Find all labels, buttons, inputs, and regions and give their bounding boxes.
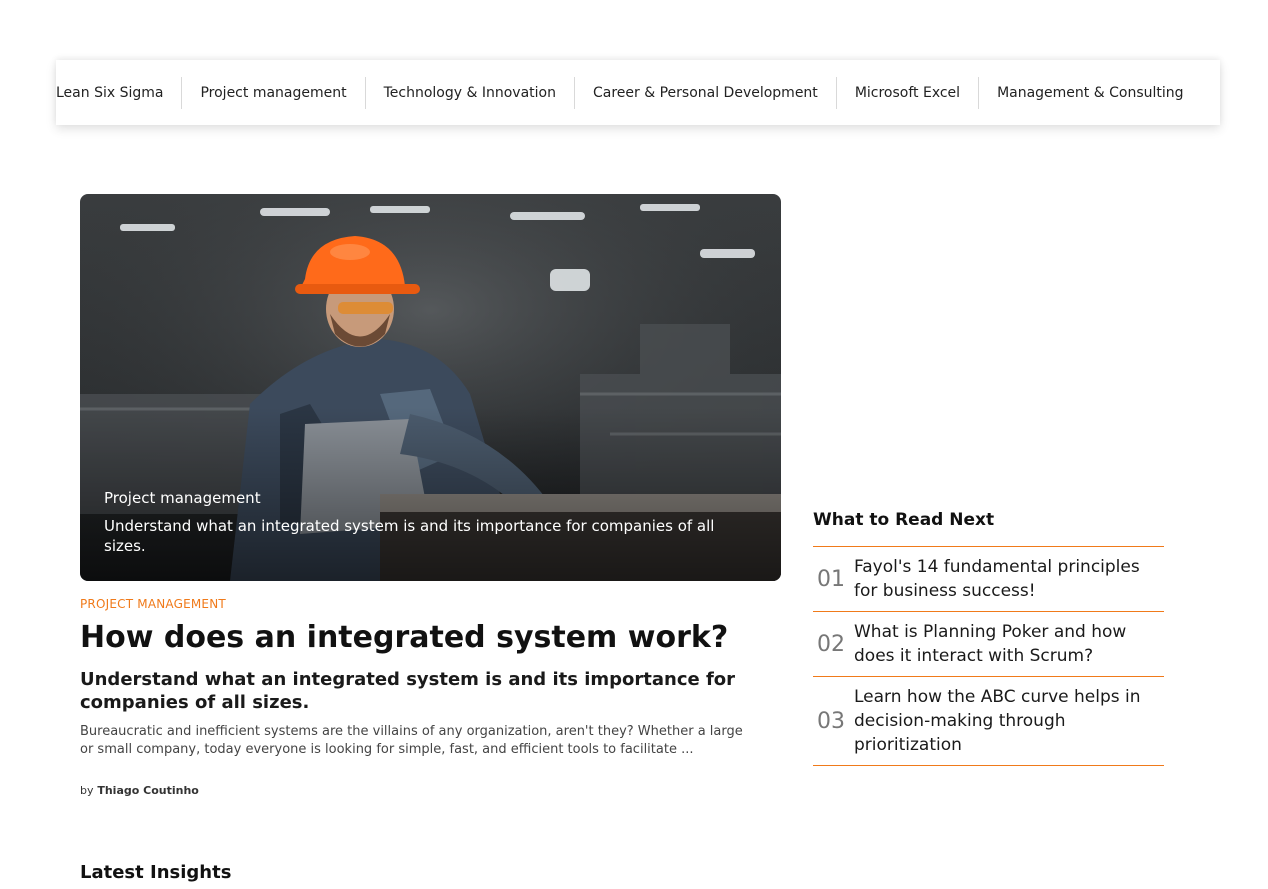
nav-item-project-management[interactable]: Project management bbox=[181, 76, 364, 109]
read-next-list: 01 Fayol's 14 fundamental principles for… bbox=[813, 546, 1164, 766]
read-next-sidebar: What to Read Next 01 Fayol's 14 fundamen… bbox=[813, 510, 1164, 766]
read-next-title: What to Read Next bbox=[813, 510, 995, 530]
read-next-number: 02 bbox=[817, 631, 845, 657]
read-next-number: 01 bbox=[817, 566, 845, 592]
hero-category: Project management bbox=[104, 489, 261, 507]
byline-prefix: by bbox=[80, 784, 94, 797]
nav-item-career-personal-development[interactable]: Career & Personal Development bbox=[573, 76, 836, 109]
nav-item-lean-six-sigma[interactable]: Lean Six Sigma bbox=[56, 77, 181, 109]
read-next-item[interactable]: 02 What is Planning Poker and how does i… bbox=[813, 612, 1164, 677]
article-subtitle: Understand what an integrated system is … bbox=[80, 669, 736, 713]
article-excerpt: Bureaucratic and inefficient systems are… bbox=[80, 724, 743, 757]
hero-subtitle: Understand what an integrated system is … bbox=[104, 517, 715, 555]
nav-item-microsoft-excel[interactable]: Microsoft Excel bbox=[835, 76, 978, 109]
read-next-number: 03 bbox=[817, 708, 845, 734]
nav-item-management-consulting[interactable]: Management & Consulting bbox=[978, 76, 1184, 109]
author-name: Thiago Coutinho bbox=[97, 784, 199, 797]
read-next-item[interactable]: 03 Learn how the ABC curve helps in deci… bbox=[813, 677, 1164, 766]
article-category-link[interactable]: PROJECT MANAGEMENT bbox=[80, 597, 226, 611]
latest-insights-heading: Latest Insights bbox=[80, 862, 232, 883]
read-next-link[interactable]: Fayol's 14 fundamental principles for bu… bbox=[854, 555, 1164, 603]
main-nav: Lean Six Sigma Project management Techno… bbox=[56, 60, 1220, 125]
read-next-link[interactable]: What is Planning Poker and how does it i… bbox=[854, 620, 1164, 668]
article-title[interactable]: How does an integrated system work? bbox=[80, 620, 780, 655]
nav-item-technology-innovation[interactable]: Technology & Innovation bbox=[364, 76, 574, 109]
read-next-item[interactable]: 01 Fayol's 14 fundamental principles for… bbox=[813, 547, 1164, 612]
read-next-link[interactable]: Learn how the ABC curve helps in decisio… bbox=[854, 685, 1164, 757]
hero-card[interactable]: Project management Understand what an in… bbox=[80, 194, 781, 581]
article-byline: by Thiago Coutinho bbox=[80, 784, 199, 797]
